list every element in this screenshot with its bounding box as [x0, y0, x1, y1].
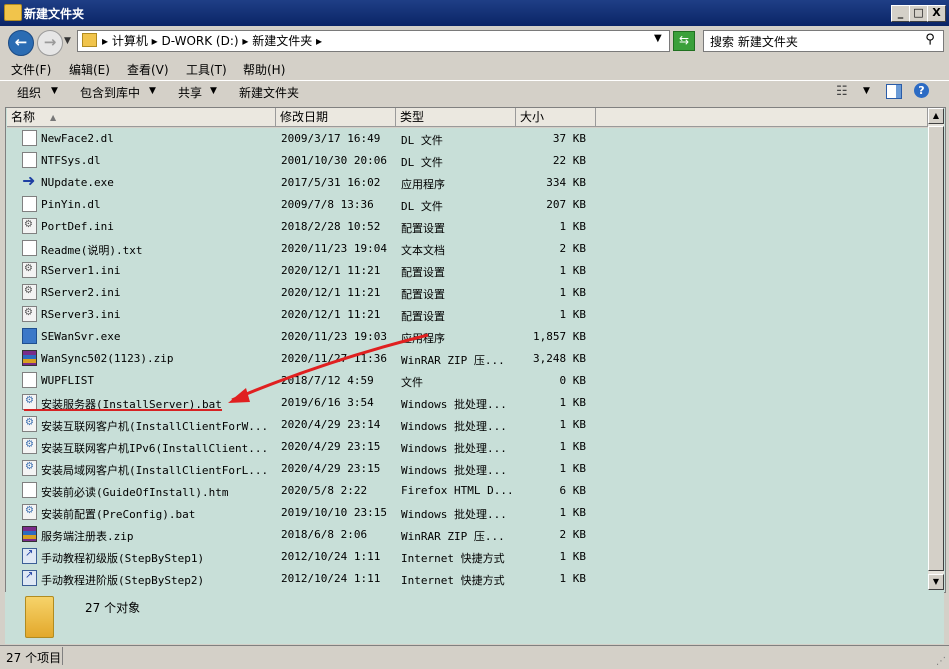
status-separator [62, 647, 63, 665]
annotation-overlay [228, 333, 429, 403]
annotation-arrow [231, 333, 429, 402]
status-text: 27 个项目 [6, 651, 62, 665]
scroll-down-button[interactable]: ▼ [928, 574, 944, 590]
resize-grip-icon[interactable]: ⋰ [936, 656, 946, 667]
details-pane [5, 592, 944, 644]
status-bar [0, 645, 949, 669]
details-count: 27 个对象 [85, 601, 141, 615]
annotation-arrowhead [228, 388, 250, 403]
folder-icon [25, 596, 54, 638]
scroll-up-button[interactable]: ▲ [928, 108, 944, 124]
scroll-thumb[interactable] [928, 126, 944, 571]
